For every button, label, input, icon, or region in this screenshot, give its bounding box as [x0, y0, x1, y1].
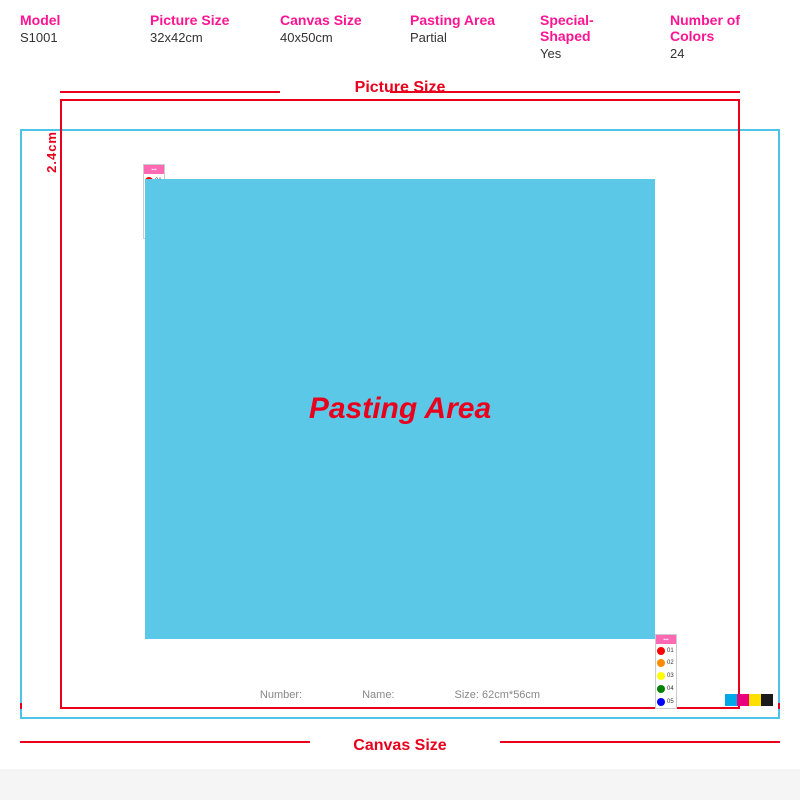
pasting-area-box: Pasting Area [145, 179, 655, 639]
header-value: S1001 [20, 30, 120, 45]
header-label: Canvas Size [280, 12, 380, 28]
strip-header-tl: ▪▪▪ [144, 165, 164, 174]
tick-bottom-left [20, 703, 22, 709]
picture-size-label: Picture Size [60, 79, 740, 97]
color-dot [657, 672, 665, 680]
cmyk-block [761, 694, 773, 706]
color-dot [657, 647, 665, 655]
color-number: 03 [667, 673, 674, 679]
color-number: 01 [667, 648, 674, 654]
header-value: 24 [670, 46, 780, 61]
header-table: Model S1001 Picture Size 32x42cm Canvas Size… [0, 0, 800, 69]
color-row: 03 [656, 670, 676, 683]
cmyk-block [737, 694, 749, 706]
cmyk-block [749, 694, 761, 706]
header-label: Number of Colors [670, 12, 780, 44]
strip-header-br: ▪▪▪ [656, 635, 676, 644]
header-col-canvas-size: Canvas Size 40x50cm [280, 12, 380, 61]
color-number: 02 [667, 660, 674, 666]
header-label: Picture Size [150, 12, 250, 28]
cmyk-block [725, 694, 737, 706]
bottom-info: Number: Name: Size: 62cm*56cm [20, 689, 780, 701]
canvas-size-label: Canvas Size [20, 737, 780, 755]
color-dot [657, 659, 665, 667]
color-row: 02 [656, 657, 676, 670]
header-col-pasting-area: Pasting Area Partial [410, 12, 510, 61]
tick-bottom-right [778, 703, 780, 709]
diagram-area: Picture Size 2.4cm ▪▪▪ 0102030405 Pastin… [0, 69, 800, 769]
header-label: Special-Shaped [540, 12, 640, 44]
header-value: Partial [410, 30, 510, 45]
size-label: Size: 62cm*56cm [455, 689, 541, 701]
header-value: Yes [540, 46, 640, 61]
header-label: Pasting Area [410, 12, 510, 28]
cmyk-bar [725, 694, 773, 706]
color-row: 01 [656, 644, 676, 657]
picture-size-line-right [390, 91, 740, 93]
header-col-picture-size: Picture Size 32x42cm [150, 12, 250, 61]
number-label: Number: [260, 689, 302, 701]
pasting-area-label: Pasting Area [309, 392, 491, 426]
header-col-special-shaped: Special-Shaped Yes [540, 12, 640, 61]
header-value: 32x42cm [150, 30, 250, 45]
canvas-size-line-right [500, 741, 780, 743]
header-col-number-of-colors: Number of Colors 24 [670, 12, 780, 61]
header-label: Model [20, 12, 120, 28]
header-value: 40x50cm [280, 30, 380, 45]
cm-label: 2.4cm [44, 131, 62, 173]
header-col-model: Model S1001 [20, 12, 120, 61]
name-label: Name: [362, 689, 394, 701]
